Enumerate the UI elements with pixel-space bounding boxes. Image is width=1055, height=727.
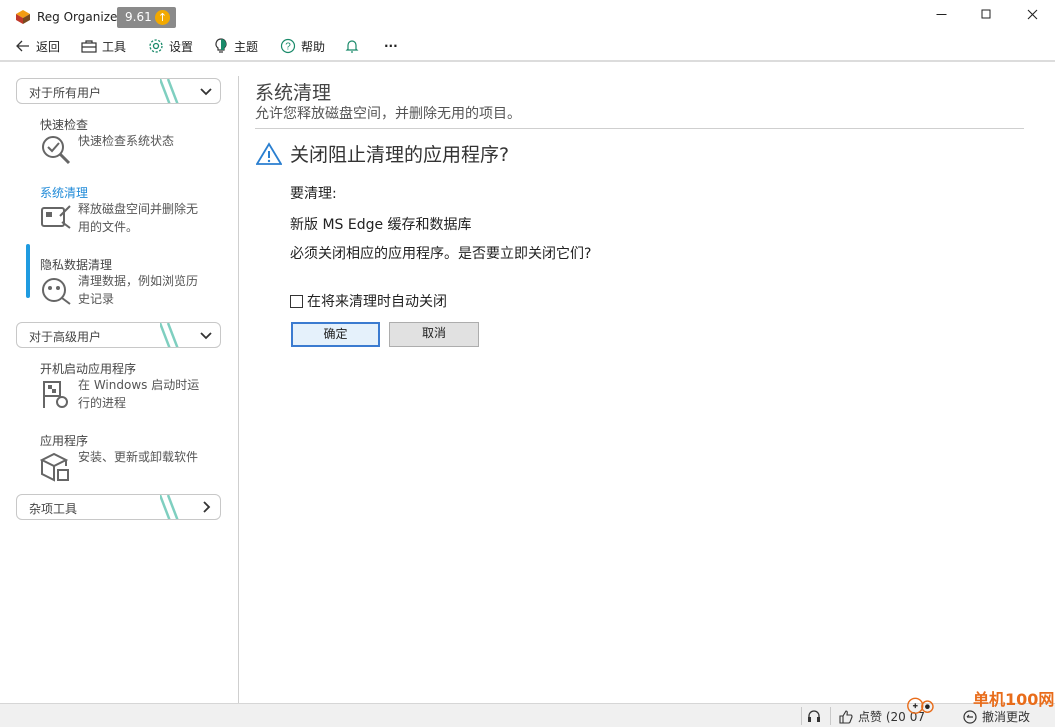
chevron-down-icon xyxy=(200,88,212,96)
back-button[interactable]: 返回 xyxy=(15,37,60,55)
help-button[interactable]: ? 帮助 xyxy=(280,37,325,55)
reg-organizer-logo-icon xyxy=(16,10,30,24)
status-separator xyxy=(801,707,802,725)
nav-startup-apps-title: 开机启动应用程序 xyxy=(40,362,137,376)
decorative-stripes-icon xyxy=(160,495,179,519)
decorative-stripes-icon xyxy=(160,79,179,103)
undo-label: 撤消更改 xyxy=(982,710,1031,724)
ok-button[interactable]: 确定 xyxy=(291,322,380,347)
close-question: 必须关闭相应的应用程序。是否要立即关闭它们? xyxy=(290,246,592,262)
chevron-right-icon xyxy=(203,501,211,513)
thumbs-up-icon xyxy=(839,709,853,724)
tools-button[interactable]: 工具 xyxy=(81,37,126,55)
more-button[interactable]: ··· xyxy=(384,37,398,55)
dialog-heading: 关闭阻止清理的应用程序? xyxy=(256,140,509,167)
close-button[interactable] xyxy=(1021,6,1043,28)
watermark-logo-icon xyxy=(907,697,934,714)
section-all-users[interactable]: 对于所有用户 xyxy=(16,78,221,104)
decorative-stripes-icon xyxy=(160,323,179,347)
minimize-button[interactable] xyxy=(930,6,952,28)
status-separator xyxy=(830,707,831,725)
minimize-icon xyxy=(936,14,946,15)
back-arrow-icon xyxy=(16,40,29,52)
nav-system-cleanup-title: 系统清理 xyxy=(40,186,89,200)
toolbar: 返回 工具 设置 主题 ? 帮助 ··· xyxy=(0,34,1055,59)
lightbulb-icon xyxy=(215,38,227,53)
support-button[interactable] xyxy=(806,708,822,724)
close-icon xyxy=(1027,9,1037,20)
sidebar: 对于所有用户 快速检查 快速检查系统状态 系统清理 释放磁盘空间并删除无用的文件… xyxy=(0,62,238,702)
themes-label: 主题 xyxy=(234,39,259,54)
status-bar: 点赞 (20 07 撤消更改 xyxy=(0,703,1055,727)
maximize-icon xyxy=(981,9,990,19)
nav-privacy-cleanup-title: 隐私数据清理 xyxy=(40,258,113,272)
page-subtitle: 允许您释放磁盘空间，并删除无用的项目。 xyxy=(255,106,521,122)
nav-quick-check-desc: 快速检查系统状态 xyxy=(78,134,175,148)
section-misc-tools[interactable]: 杂项工具 xyxy=(16,494,221,520)
nav-quick-check[interactable]: 快速检查 快速检查系统状态 xyxy=(40,116,230,165)
section-advanced-users[interactable]: 对于高级用户 xyxy=(16,322,221,348)
sidebar-divider xyxy=(238,76,239,703)
more-label: ··· xyxy=(384,39,398,53)
bell-icon xyxy=(345,40,359,53)
chevron-down-icon xyxy=(200,332,212,340)
nav-applications-title: 应用程序 xyxy=(40,434,89,448)
header-divider xyxy=(255,128,1024,129)
section-advanced-users-label: 对于高级用户 xyxy=(29,330,102,344)
notifications-button[interactable] xyxy=(344,37,360,55)
update-arrow-icon: ↑ xyxy=(155,10,170,25)
active-indicator xyxy=(26,244,30,298)
help-circle-icon: ? xyxy=(280,38,296,54)
disk-cleanup-icon xyxy=(41,205,71,229)
nav-applications[interactable]: 应用程序 安装、更新或卸载软件 xyxy=(40,432,230,482)
headset-icon xyxy=(808,710,820,722)
auto-close-checkbox-label: 在将来清理时自动关闭 xyxy=(307,294,447,310)
warning-triangle-icon xyxy=(256,141,282,165)
section-misc-tools-label: 杂项工具 xyxy=(29,502,78,516)
like-label: 点赞 (20 xyxy=(858,710,906,724)
help-label: 帮助 xyxy=(301,39,326,54)
settings-label: 设置 xyxy=(169,39,194,54)
svg-text:?: ? xyxy=(285,42,291,53)
maximize-button[interactable] xyxy=(975,6,997,28)
page-title: 系统清理 xyxy=(255,82,332,104)
app-box-icon xyxy=(40,452,69,482)
cancel-button[interactable]: 取消 xyxy=(389,322,479,347)
title-bar: Reg Organizer 9.61 ↑ xyxy=(0,0,1055,34)
privacy-cleanup-icon xyxy=(42,278,71,305)
to-clean-label: 要清理: xyxy=(290,186,337,202)
back-label: 返回 xyxy=(36,39,61,54)
magnifier-check-icon xyxy=(42,136,71,165)
version-number: 9.61 xyxy=(125,10,152,24)
themes-button[interactable]: 主题 xyxy=(213,37,258,55)
blocking-app-name: 新版 MS Edge 缓存和数据库 xyxy=(290,217,472,233)
auto-close-checkbox[interactable]: 在将来清理时自动关闭 xyxy=(290,291,447,311)
settings-button[interactable]: 设置 xyxy=(148,37,193,55)
nav-startup-apps[interactable]: 开机启动应用程序 在 Windows 启动时运行的进程 xyxy=(40,360,230,410)
nav-startup-apps-desc: 在 Windows 启动时运行的进程 xyxy=(78,378,200,410)
nav-system-cleanup-desc: 释放磁盘空间并删除无用的文件。 xyxy=(78,202,199,234)
nav-system-cleanup[interactable]: 系统清理 释放磁盘空间并删除无用的文件。 xyxy=(40,184,230,234)
nav-applications-desc: 安装、更新或卸载软件 xyxy=(78,450,199,464)
nav-privacy-cleanup-desc: 清理数据，例如浏览历史记录 xyxy=(78,274,199,306)
version-badge[interactable]: 9.61 ↑ xyxy=(117,7,176,28)
nav-privacy-cleanup[interactable]: 隐私数据清理 清理数据，例如浏览历史记录 xyxy=(40,256,230,306)
app-title: Reg Organizer xyxy=(37,10,123,24)
dialog-heading-text: 关闭阻止清理的应用程序? xyxy=(290,144,510,166)
watermark-text: 单机100网 xyxy=(973,690,1055,709)
toolbox-icon xyxy=(81,40,97,53)
section-all-users-label: 对于所有用户 xyxy=(29,86,102,100)
auto-close-checkbox-box[interactable] xyxy=(290,294,303,308)
gear-icon xyxy=(149,39,163,53)
tools-label: 工具 xyxy=(102,39,127,54)
nav-quick-check-title: 快速检查 xyxy=(40,118,89,132)
startup-flag-icon xyxy=(43,381,68,408)
